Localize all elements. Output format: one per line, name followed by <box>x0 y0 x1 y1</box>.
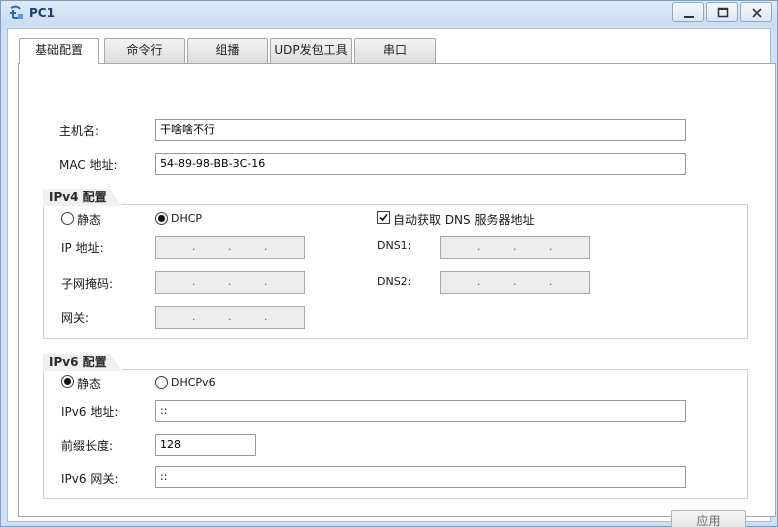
app-network-icon <box>10 5 23 19</box>
basic-config-panel: 主机名: 干啥啥不行 MAC 地址: 54-89-98-BB-3C-16 IPv… <box>18 63 776 527</box>
prefix-length-input[interactable]: 128 <box>155 434 256 456</box>
minimize-icon <box>684 16 694 18</box>
gateway-input: ... <box>155 306 305 329</box>
ipv6-address-input[interactable]: :: <box>155 400 686 422</box>
ipv4-dhcp-radio[interactable] <box>155 212 168 225</box>
ipv4-group-title: IPv4 配置 <box>43 189 122 206</box>
mac-label: MAC 地址: <box>59 158 118 172</box>
auto-dns-label: 自动获取 DNS 服务器地址 <box>393 213 535 227</box>
title-bar[interactable]: PC1 <box>1 1 777 26</box>
client-area: 基础配置 命令行 组播 UDP发包工具 串口 主机名: 干啥啥不行 MAC 地址… <box>7 28 776 527</box>
hostname-input[interactable]: 干啥啥不行 <box>155 119 686 141</box>
dns1-input: ... <box>440 236 590 259</box>
ipv6-dhcp-radio[interactable] <box>155 376 168 389</box>
ipv4-dhcp-label: DHCP <box>171 212 203 225</box>
ipv6-address-label: IPv6 地址: <box>61 405 119 419</box>
ipv6-dhcp-label: DHCPv6 <box>171 376 216 389</box>
maximize-button[interactable] <box>706 2 738 22</box>
tab-command-line[interactable]: 命令行 <box>104 38 185 63</box>
ipv6-static-radio[interactable] <box>61 375 74 388</box>
dns1-label: DNS1: <box>377 239 412 252</box>
prefix-length-label: 前缀长度: <box>61 439 114 453</box>
ipv6-static-label: 静态 <box>77 377 102 391</box>
subnet-mask-label: 子网掩码: <box>61 277 114 291</box>
tab-serial-port[interactable]: 串口 <box>354 38 436 63</box>
tab-basic-config[interactable]: 基础配置 <box>19 38 99 64</box>
ip-address-label: IP 地址: <box>61 241 104 255</box>
ipv4-static-radio[interactable] <box>61 212 74 225</box>
ipv6-gateway-input[interactable]: :: <box>155 466 686 488</box>
hostname-label: 主机名: <box>59 124 100 138</box>
window-title: PC1 <box>29 6 55 20</box>
checkmark-icon <box>379 213 388 222</box>
dns2-label: DNS2: <box>377 275 412 288</box>
app-window: PC1 基础配置 命令行 组播 UDP发包工具 串口 主机名: 干啥啥不行 MA… <box>0 0 778 527</box>
mac-input[interactable]: 54-89-98-BB-3C-16 <box>155 153 686 175</box>
ipv4-static-label: 静态 <box>77 213 102 227</box>
close-button[interactable] <box>740 2 772 22</box>
gateway-label: 网关: <box>61 311 90 325</box>
maximize-icon <box>717 7 729 18</box>
ipv6-gateway-label: IPv6 网关: <box>61 472 119 486</box>
subnet-mask-input: ... <box>155 271 305 294</box>
auto-dns-checkbox[interactable] <box>377 211 390 224</box>
close-icon <box>752 8 762 18</box>
minimize-button[interactable] <box>672 2 704 22</box>
ip-address-input: ... <box>155 236 305 259</box>
tab-multicast[interactable]: 组播 <box>187 38 268 63</box>
dns2-input: ... <box>440 271 590 294</box>
tab-udp-tool[interactable]: UDP发包工具 <box>270 38 352 63</box>
apply-button[interactable]: 应用 <box>671 510 746 527</box>
ipv6-group-title: IPv6 配置 <box>43 354 122 371</box>
